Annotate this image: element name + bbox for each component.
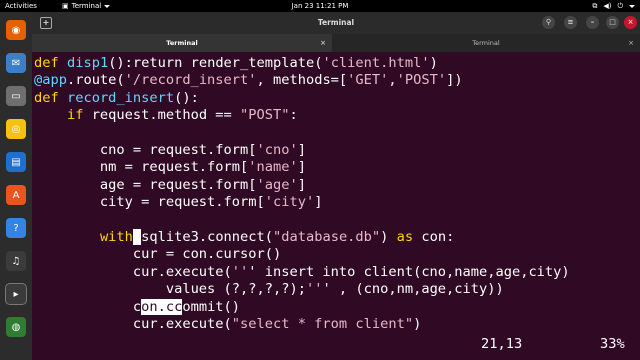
firefox-icon[interactable]: ◉ [6, 20, 26, 40]
top-bar: Activities ▣ Terminal Jan 23 11:21 PM ⧉ … [0, 0, 640, 12]
cursor-position: 21,13 [481, 336, 523, 352]
code-line: with sqlite3.connect("database.db") as c… [99, 229, 455, 246]
code-line: cur.execute(''' insert into client(cno,n… [34, 263, 570, 280]
rhythmbox-icon[interactable]: ◎ [6, 119, 26, 139]
tab-label: Terminal [472, 39, 500, 47]
power-icon: ⏻ [617, 2, 623, 10]
music-icon[interactable]: ♫ [6, 251, 26, 271]
code-line: values (?,?,?,?);''' , (cno,nm,age,city)… [34, 281, 504, 298]
tab-terminal-2[interactable]: Terminal × [332, 34, 640, 52]
code-line: cur = con.cursor() [34, 246, 282, 263]
thunderbird-icon[interactable]: ✉ [6, 53, 26, 73]
files-icon[interactable]: ▭ [6, 86, 26, 106]
terminal-window: + Terminal ⚲ ≡ – □ × Terminal × Terminal… [32, 12, 640, 360]
clock[interactable]: Jan 23 11:21 PM [0, 0, 640, 12]
chevron-down-icon [629, 5, 635, 8]
software-icon[interactable]: A [6, 185, 26, 205]
dock: ◉ ✉ ▭ ◎ ▤ A? ♫ ▸ ◍ [0, 12, 32, 360]
help-icon[interactable]: ? [6, 218, 26, 238]
code-line: age = request.form['age'] [34, 176, 306, 193]
code-line: cno = request.form['cno'] [34, 142, 306, 159]
minimize-button[interactable]: – [586, 16, 599, 29]
menu-icon[interactable]: ≡ [564, 16, 577, 29]
network-icon: ⧉ [592, 2, 598, 10]
terminal-icon[interactable]: ▸ [5, 283, 27, 305]
tab-bar: Terminal × Terminal × [32, 34, 640, 52]
tab-label: Terminal [166, 39, 198, 47]
text-cursor [132, 229, 142, 246]
close-tab-icon[interactable]: × [628, 34, 634, 52]
search-icon[interactable]: ⚲ [542, 16, 555, 29]
code-line: cur.execute("select * from client") [34, 316, 422, 333]
tab-terminal-1[interactable]: Terminal × [32, 34, 332, 52]
libreoffice-writer-icon[interactable]: ▤ [6, 152, 26, 172]
code-line: if request.method == "POST": [66, 107, 298, 124]
dvd-icon[interactable]: ◍ [6, 317, 26, 337]
code-line: city = request.form['city'] [34, 194, 323, 211]
code-line: def record_insert(): [34, 89, 199, 106]
code-line: def disp1():return render_template('clie… [34, 55, 438, 71]
editor-buffer[interactable]: def disp1():return render_template('clie… [34, 55, 570, 334]
code-line: con.ccommit() [34, 298, 241, 315]
system-tray[interactable]: ⧉ ◀) ⏻ [592, 0, 635, 12]
maximize-button[interactable]: □ [606, 16, 619, 29]
code-line: @app.route('/record_insert', methods=['G… [34, 72, 463, 89]
terminal-content[interactable]: def disp1():return render_template('clie… [32, 52, 640, 360]
close-tab-icon[interactable]: × [320, 34, 326, 52]
title-bar: + Terminal ⚲ ≡ – □ × [32, 12, 640, 34]
code-line: nm = request.form['name'] [34, 159, 306, 176]
volume-icon: ◀) [603, 2, 612, 10]
close-button[interactable]: × [624, 16, 637, 29]
scroll-percent: 33% [600, 336, 625, 352]
